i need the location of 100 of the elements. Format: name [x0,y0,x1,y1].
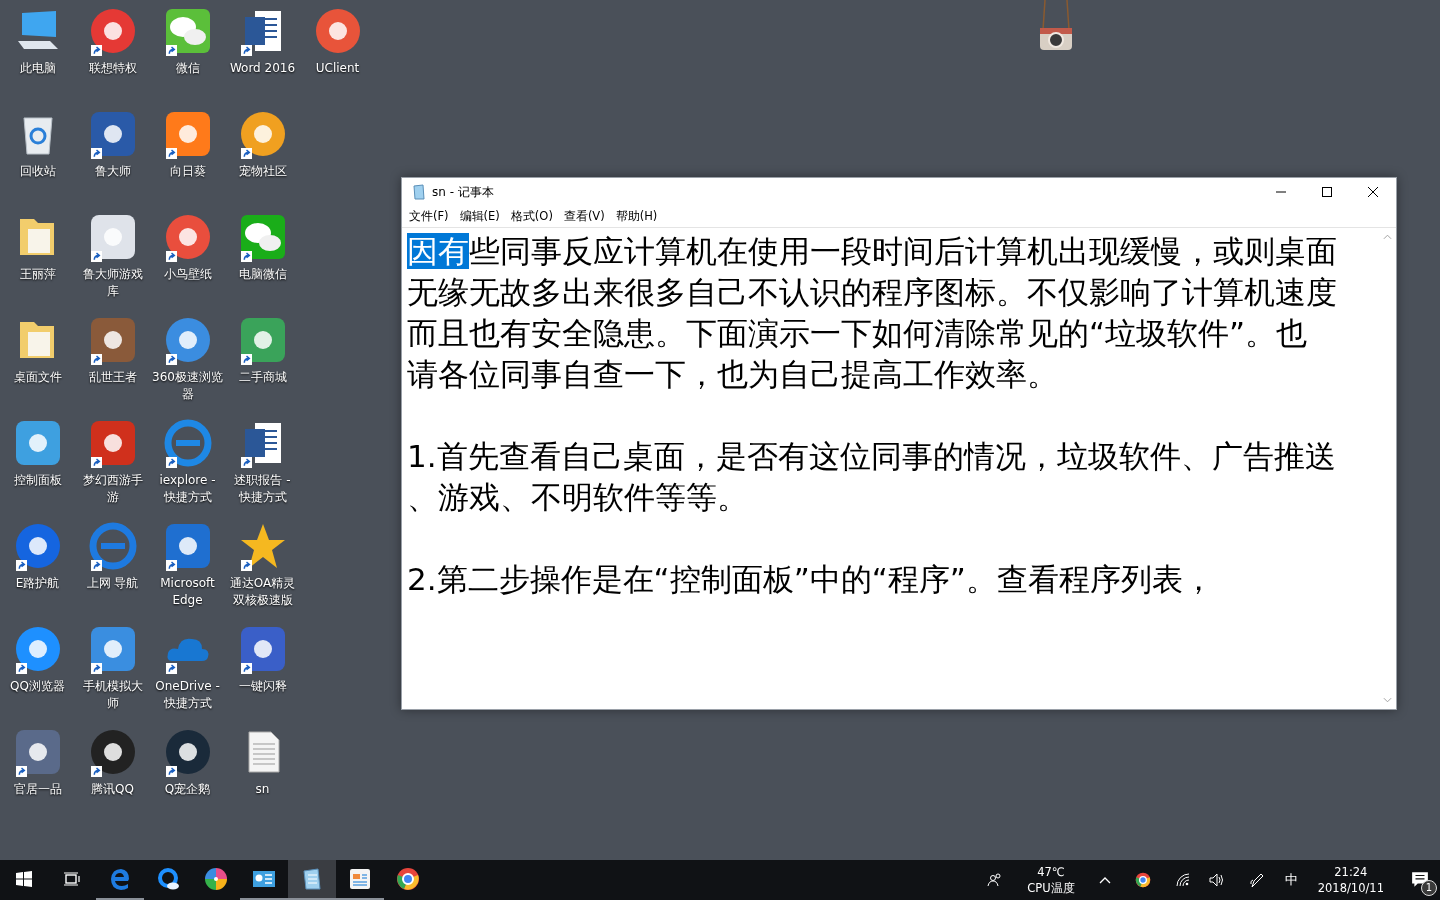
app-icon [88,419,137,467]
desktop-shortcut[interactable]: 控制面板 [0,418,75,521]
app-icon [238,625,287,673]
text-line: 而且也有安全隐患。下面演示一下如何清除常见的“垃圾软件”。也 [407,314,1309,353]
desktop-shortcut[interactable]: 鲁大师游戏库 [75,212,150,315]
desktop-shortcut[interactable]: 小鸟壁纸 [150,212,225,315]
menu-item[interactable]: 文件(F) [405,209,456,224]
desktop-shortcut[interactable]: 微信 [150,6,225,109]
app-icon [238,316,287,364]
icon-label: 腾讯QQ [90,781,135,798]
desktop-shortcut[interactable]: 联想特权 [75,6,150,109]
app-icon [13,728,62,776]
people-icon [987,872,1004,888]
icon-label: 360极速浏览器 [151,369,224,403]
text-line: 1.首先查看自己桌面，是否有这位同事的情况，垃圾软件、广告推送 [407,437,1337,476]
q-browser-icon [156,867,180,891]
icon-label: 鲁大师游戏库 [81,266,144,300]
desktop-shortcut[interactable]: 电脑微信 [225,212,300,315]
text-line: 、游戏、不明软件等等。 [407,478,749,517]
desktop-shortcut[interactable]: Q宠企鹅 [150,727,225,830]
desktop-shortcut[interactable]: 腾讯QQ [75,727,150,830]
app-icon [13,419,62,467]
text-line: 无缘无故多出来很多自己不认识的程序图标。不仅影响了计算机速度 [407,273,1338,312]
app-icon [163,522,212,570]
desktop-shortcut[interactable]: 一键闪释 [225,624,300,727]
selected-text: 因有 [407,233,469,269]
notification-icon[interactable] [1411,871,1429,889]
text-line: 2.第二步操作是在“控制面板”中的“程序”。查看程序列表， [407,560,1215,599]
icon-label: 述职报告 - 快捷方式 [233,472,292,506]
newspaper-icon [348,867,372,891]
desktop-shortcut[interactable]: 通达OA精灵双核极速版 [225,521,300,624]
icon-label: 联想特权 [87,60,138,77]
desktop-shortcut[interactable]: 述职报告 - 快捷方式 [225,418,300,521]
desktop-shortcut[interactable]: 上网 导航 [75,521,150,624]
icon-label: 通达OA精灵双核极速版 [228,575,297,609]
chat-bubbles-icon [238,213,287,261]
desktop-shortcut[interactable]: 鲁大师 [75,109,150,212]
desktop-shortcut[interactable]: Microsoft Edge [150,521,225,624]
app-icon [88,728,137,776]
menu-item[interactable]: 帮助(H) [611,209,665,224]
hanging-camera-icon [1038,0,1074,52]
scroll-down-icon [1383,697,1392,703]
desktop-shortcut[interactable]: 王丽萍 [0,212,75,315]
browser-icon[interactable] [1134,872,1151,888]
desktop-shortcut[interactable]: 回收站 [0,109,75,212]
icon-label: E路护航 [14,575,61,592]
taskbar-app-button[interactable] [288,860,336,900]
desktop-shortcut[interactable]: sn [225,727,300,830]
input-method-indicator[interactable]: 中 [1284,871,1298,889]
menu-item[interactable]: 格式(O) [506,209,560,224]
desktop-shortcut[interactable]: 官居一品 [0,727,75,830]
icon-label: 手机模拟大师 [81,678,144,712]
desktop-shortcut[interactable]: Word 2016 [225,6,300,109]
desktop-shortcut[interactable]: 此电脑 [0,6,75,109]
desktop-shortcut[interactable]: QQ浏览器 [0,624,75,727]
desktop-shortcut[interactable]: 桌面文件 [0,315,75,418]
clock[interactable]: 21:24 2018/10/11 [1317,864,1384,896]
app-icon [163,110,212,158]
notification-count: 1 [1421,880,1437,896]
chevron-up-icon[interactable] [1098,876,1111,884]
desktop-shortcut[interactable]: 乱世王者 [75,315,150,418]
windows-logo-icon [16,871,32,887]
window-title: sn - 记事本 [432,183,494,201]
desktop-shortcut[interactable]: 手机模拟大师 [75,624,150,727]
desktop-shortcut[interactable]: 360极速浏览器 [150,315,225,418]
icon-label: 官居一品 [12,781,63,798]
wifi-icon[interactable] [1174,872,1191,888]
icon-label: QQ浏览器 [9,678,66,695]
browser-icon [88,522,137,570]
edge-browser-icon [108,867,132,891]
desktop-shortcut[interactable]: 宠物社区 [225,109,300,212]
app-icon [88,625,137,673]
desktop-shortcut[interactable]: UClient [300,6,375,109]
menu-item[interactable]: 编辑(E) [455,209,507,224]
menu-item[interactable]: 查看(V) [559,209,612,224]
desktop-shortcut[interactable]: 向日葵 [150,109,225,212]
desktop-shortcut[interactable]: iexplore - 快捷方式 [150,418,225,521]
desktop-shortcut[interactable]: OneDrive - 快捷方式 [150,624,225,727]
desktop-shortcut[interactable]: 二手商城 [225,315,300,418]
app-icon [163,728,212,776]
text-area[interactable]: 因有些同事反应计算机在使用一段时间后计算机出现缓慢，或则桌面 无缘无故多出来很多自己不认识的程序图标。不仅影响了计算机速度 而且也有安全隐患。下面演示一下如何清除常见的“垃圾软件”。也 请各位同事自查一下，也为自己提高工作效率。 1.首先查看自己桌面，是否有这位同事的情况，垃圾软件、广告推送 、游戏、不明软件等等。 2.第二步操作是在“控制面板”中的“程序”。查看程序列表， [402,228,1379,709]
close-icon [1368,187,1378,197]
icon-label: 控制面板 [12,472,63,489]
volume-icon[interactable] [1208,872,1225,888]
icon-label: 电脑微信 [237,266,288,283]
icon-label: Q宠企鹅 [163,781,212,798]
vertical-scrollbar[interactable] [1379,228,1396,709]
desktop-shortcut[interactable]: E路护航 [0,521,75,624]
text-line: 请各位同事自查一下，也为自己提高工作效率。 [407,355,1059,394]
pen-icon[interactable] [1248,872,1265,888]
chat-bubbles-icon [163,7,212,55]
icon-label: 回收站 [18,163,57,180]
icon-label: sn [254,781,271,798]
app-icon [88,316,137,364]
desktop-shortcut[interactable]: 梦幻西游手游 [75,418,150,521]
icon-label: 鲁大师 [93,163,132,180]
icon-label: 乱世王者 [87,369,138,386]
app-icon [13,522,62,570]
maximize-icon [1322,187,1332,197]
app-icon [163,316,212,364]
